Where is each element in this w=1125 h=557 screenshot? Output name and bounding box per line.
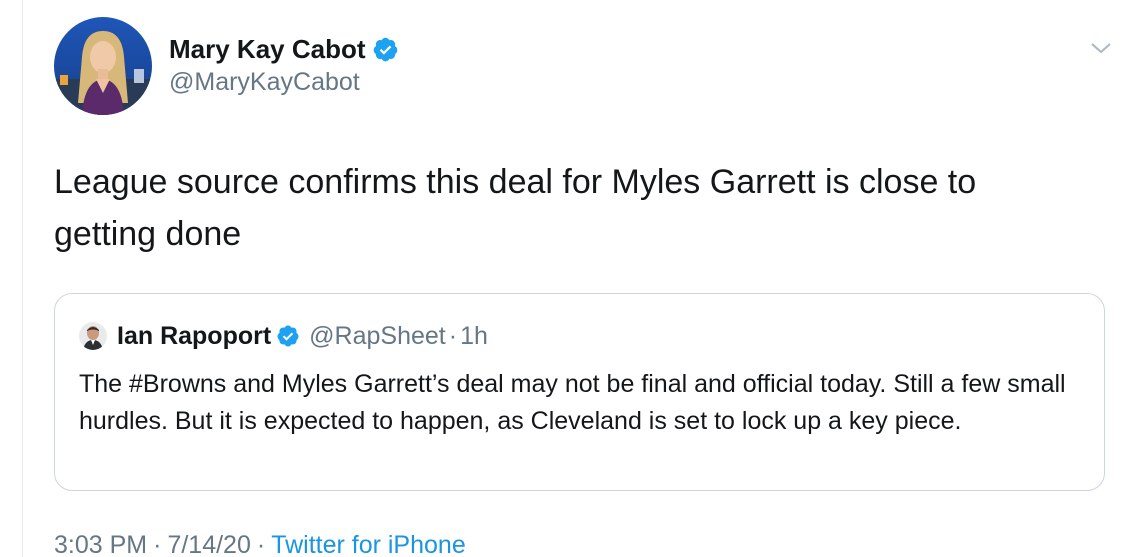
tweet-text: League source confirms this deal for Myl…: [54, 163, 977, 253]
quoted-tweet-text: The #Browns and Myles Garrett’s deal may…: [79, 370, 1066, 435]
author-name-row: Mary Kay Cabot: [169, 32, 399, 66]
timeline-divider: [22, 0, 23, 557]
author-name[interactable]: Mary Kay Cabot: [169, 34, 366, 65]
dot-separator: ·: [448, 321, 458, 350]
quoted-tweet-header: Ian Rapoport @RapSheet · 1h: [79, 320, 488, 352]
tweet-time[interactable]: 3:03 PM: [54, 531, 147, 557]
profile-photo-icon: [54, 17, 152, 115]
author-handle[interactable]: @MaryKayCabot: [169, 68, 399, 97]
author-block: Mary Kay Cabot @MaryKayCabot: [169, 32, 399, 97]
verified-badge-icon: [276, 324, 300, 348]
chevron-down-icon[interactable]: [1089, 38, 1113, 58]
tweet-meta: 3:03 PM · 7/14/20 · Twitter for iPhone: [54, 531, 466, 557]
tweet-date[interactable]: 7/14/20: [167, 531, 250, 557]
tweet-page: Mary Kay Cabot @MaryKayCabot League sour…: [0, 0, 1125, 557]
dot-separator: ·: [256, 531, 266, 557]
profile-photo-icon: [79, 322, 107, 350]
author-avatar[interactable]: [54, 17, 152, 115]
quoted-author-avatar: [79, 322, 107, 350]
quoted-author-name[interactable]: Ian Rapoport: [117, 322, 271, 351]
dot-separator: ·: [153, 531, 162, 557]
quoted-author-handle[interactable]: @RapSheet: [309, 322, 446, 351]
verified-badge-icon: [372, 36, 399, 63]
quoted-tweet-card[interactable]: Ian Rapoport @RapSheet · 1h The #Browns …: [54, 293, 1105, 491]
tweet-source-link[interactable]: Twitter for iPhone: [271, 531, 466, 557]
quoted-tweet-time[interactable]: 1h: [460, 322, 488, 351]
